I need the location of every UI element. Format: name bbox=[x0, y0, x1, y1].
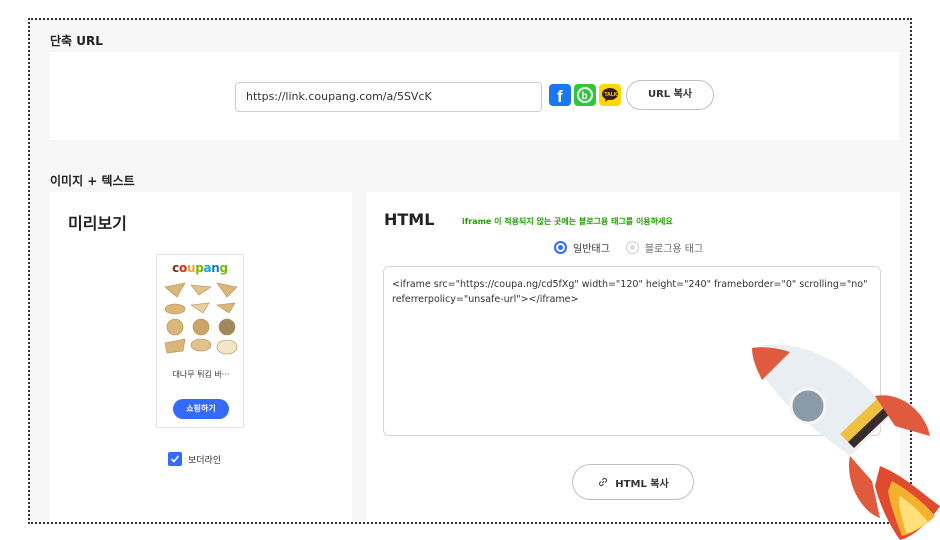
short-url-section-title: 단축 URL bbox=[50, 34, 103, 48]
logo-letter: o bbox=[178, 261, 187, 275]
iframe-notice: iframe 이 적용되지 않는 곳에는 블로그용 태그를 이용하세요 bbox=[462, 217, 673, 226]
html-copy-button[interactable]: HTML 복사 bbox=[572, 464, 694, 500]
logo-letter: n bbox=[211, 261, 220, 275]
image-text-section-title: 이미지 + 텍스트 bbox=[50, 174, 135, 188]
product-widget[interactable]: coupang 대나무 튀김 바··· 쇼핑하기 bbox=[156, 254, 244, 428]
html-heading: HTML bbox=[384, 210, 435, 229]
svg-text:TALK: TALK bbox=[605, 92, 618, 98]
short-url-card: https://link.coupang.com/a/5SVcK f b TAL… bbox=[50, 52, 899, 140]
radio-blog-label[interactable]: 블로그용 태그 bbox=[645, 240, 703, 255]
svg-text:b: b bbox=[582, 91, 588, 102]
product-image bbox=[164, 282, 238, 355]
rocket-illustration bbox=[752, 344, 940, 540]
borderline-label: 보더라인 bbox=[188, 455, 222, 466]
preview-card: 미리보기 coupang 대나무 튀김 바··· 쇼핑하기 보더라인 bbox=[50, 192, 352, 522]
radio-blog-tag[interactable] bbox=[625, 241, 639, 254]
url-copy-button[interactable]: URL 복사 bbox=[626, 80, 714, 110]
link-icon bbox=[599, 477, 608, 487]
facebook-icon[interactable]: f bbox=[549, 84, 571, 106]
shop-button[interactable]: 쇼핑하기 bbox=[173, 399, 229, 419]
radio-general-tag[interactable] bbox=[554, 241, 567, 254]
logo-letter: c bbox=[172, 261, 179, 275]
coupang-logo: coupang bbox=[157, 261, 243, 275]
borderline-option[interactable]: 보더라인 bbox=[168, 452, 221, 466]
svg-text:f: f bbox=[557, 87, 563, 106]
borderline-checkbox[interactable] bbox=[168, 452, 182, 466]
radio-general-label[interactable]: 일반태그 bbox=[573, 240, 610, 255]
short-url-input[interactable]: https://link.coupang.com/a/5SVcK bbox=[235, 82, 542, 112]
logo-letter: g bbox=[219, 261, 229, 275]
preview-heading: 미리보기 bbox=[68, 214, 127, 233]
band-icon[interactable]: b bbox=[574, 84, 596, 106]
tag-type-radio-group: 일반태그 블로그용 태그 bbox=[554, 240, 711, 255]
html-copy-label: HTML 복사 bbox=[615, 478, 669, 490]
logo-letter: u bbox=[186, 261, 196, 275]
kakaotalk-icon[interactable]: TALK bbox=[599, 84, 621, 106]
product-name: 대나무 튀김 바··· bbox=[172, 370, 230, 379]
